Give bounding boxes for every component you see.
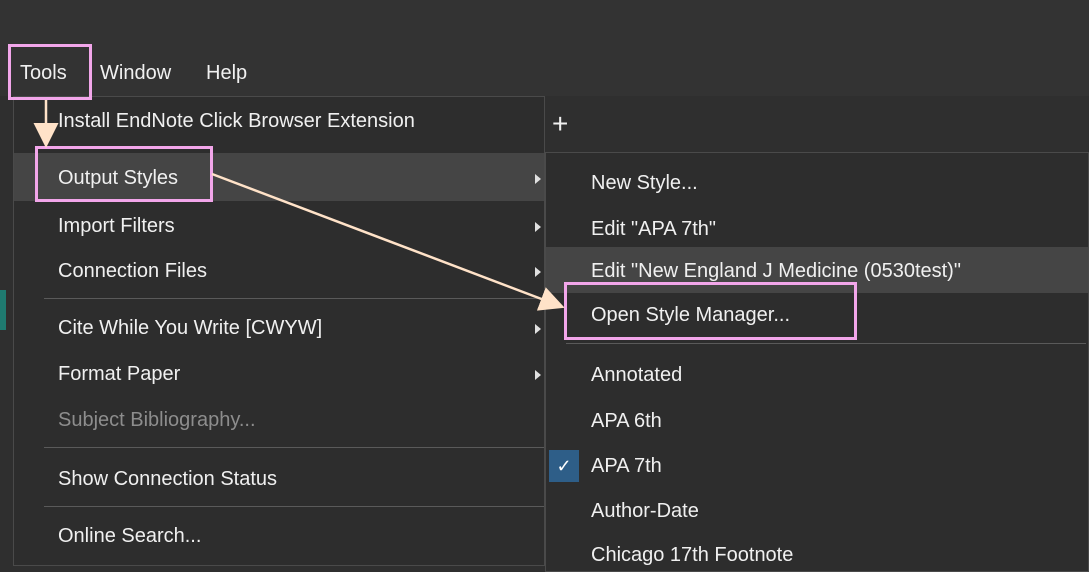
menu-item-install-endnote-click[interactable]: Install EndNote Click Browser Extension (58, 109, 415, 133)
menu-separator (44, 447, 544, 448)
submenu-arrow-icon (535, 324, 541, 334)
menu-separator (44, 506, 544, 507)
menu-item-show-connection-status[interactable]: Show Connection Status (58, 467, 277, 491)
menu-separator (566, 343, 1086, 344)
menu-item-connection-files[interactable]: Connection Files (58, 259, 207, 283)
highlight-box-open-style-manager (564, 282, 857, 340)
menu-window[interactable]: Window (100, 62, 171, 85)
menu-bar: Tools Window Help (0, 48, 1089, 96)
highlight-box-output-styles (35, 146, 213, 202)
menu-item-style-apa-6th[interactable]: APA 6th (591, 409, 662, 433)
menu-item-style-apa-7th[interactable]: APA 7th (591, 454, 662, 478)
output-styles-submenu: New Style... Edit "APA 7th" Edit "New En… (545, 152, 1089, 572)
menu-separator (44, 298, 544, 299)
menu-item-style-annotated[interactable]: Annotated (591, 363, 682, 387)
menu-item-online-search[interactable]: Online Search... (58, 524, 201, 548)
menu-item-style-chicago-17th-footnote[interactable]: Chicago 17th Footnote (591, 543, 793, 567)
add-tab-button[interactable]: + (552, 108, 568, 140)
menu-item-import-filters[interactable]: Import Filters (58, 214, 175, 238)
menu-item-format-paper[interactable]: Format Paper (58, 362, 180, 386)
menu-item-style-author-date[interactable]: Author-Date (591, 499, 699, 523)
menu-help[interactable]: Help (206, 62, 247, 85)
highlight-box-tools (8, 44, 92, 100)
menu-item-edit-nejm[interactable]: Edit "New England J Medicine (0530test)" (591, 259, 961, 283)
check-icon: ✓ (549, 450, 579, 482)
menu-item-new-style[interactable]: New Style... (591, 171, 698, 195)
title-bar (0, 0, 1089, 48)
submenu-arrow-icon (535, 222, 541, 232)
submenu-arrow-icon (535, 370, 541, 380)
menu-item-cite-while-you-write[interactable]: Cite While You Write [CWYW] (58, 316, 322, 340)
submenu-arrow-icon (535, 267, 541, 277)
submenu-arrow-icon (535, 174, 541, 184)
menu-item-edit-apa-7th[interactable]: Edit "APA 7th" (591, 217, 716, 241)
menu-item-subject-bibliography: Subject Bibliography... (58, 409, 256, 431)
side-accent (0, 290, 6, 330)
